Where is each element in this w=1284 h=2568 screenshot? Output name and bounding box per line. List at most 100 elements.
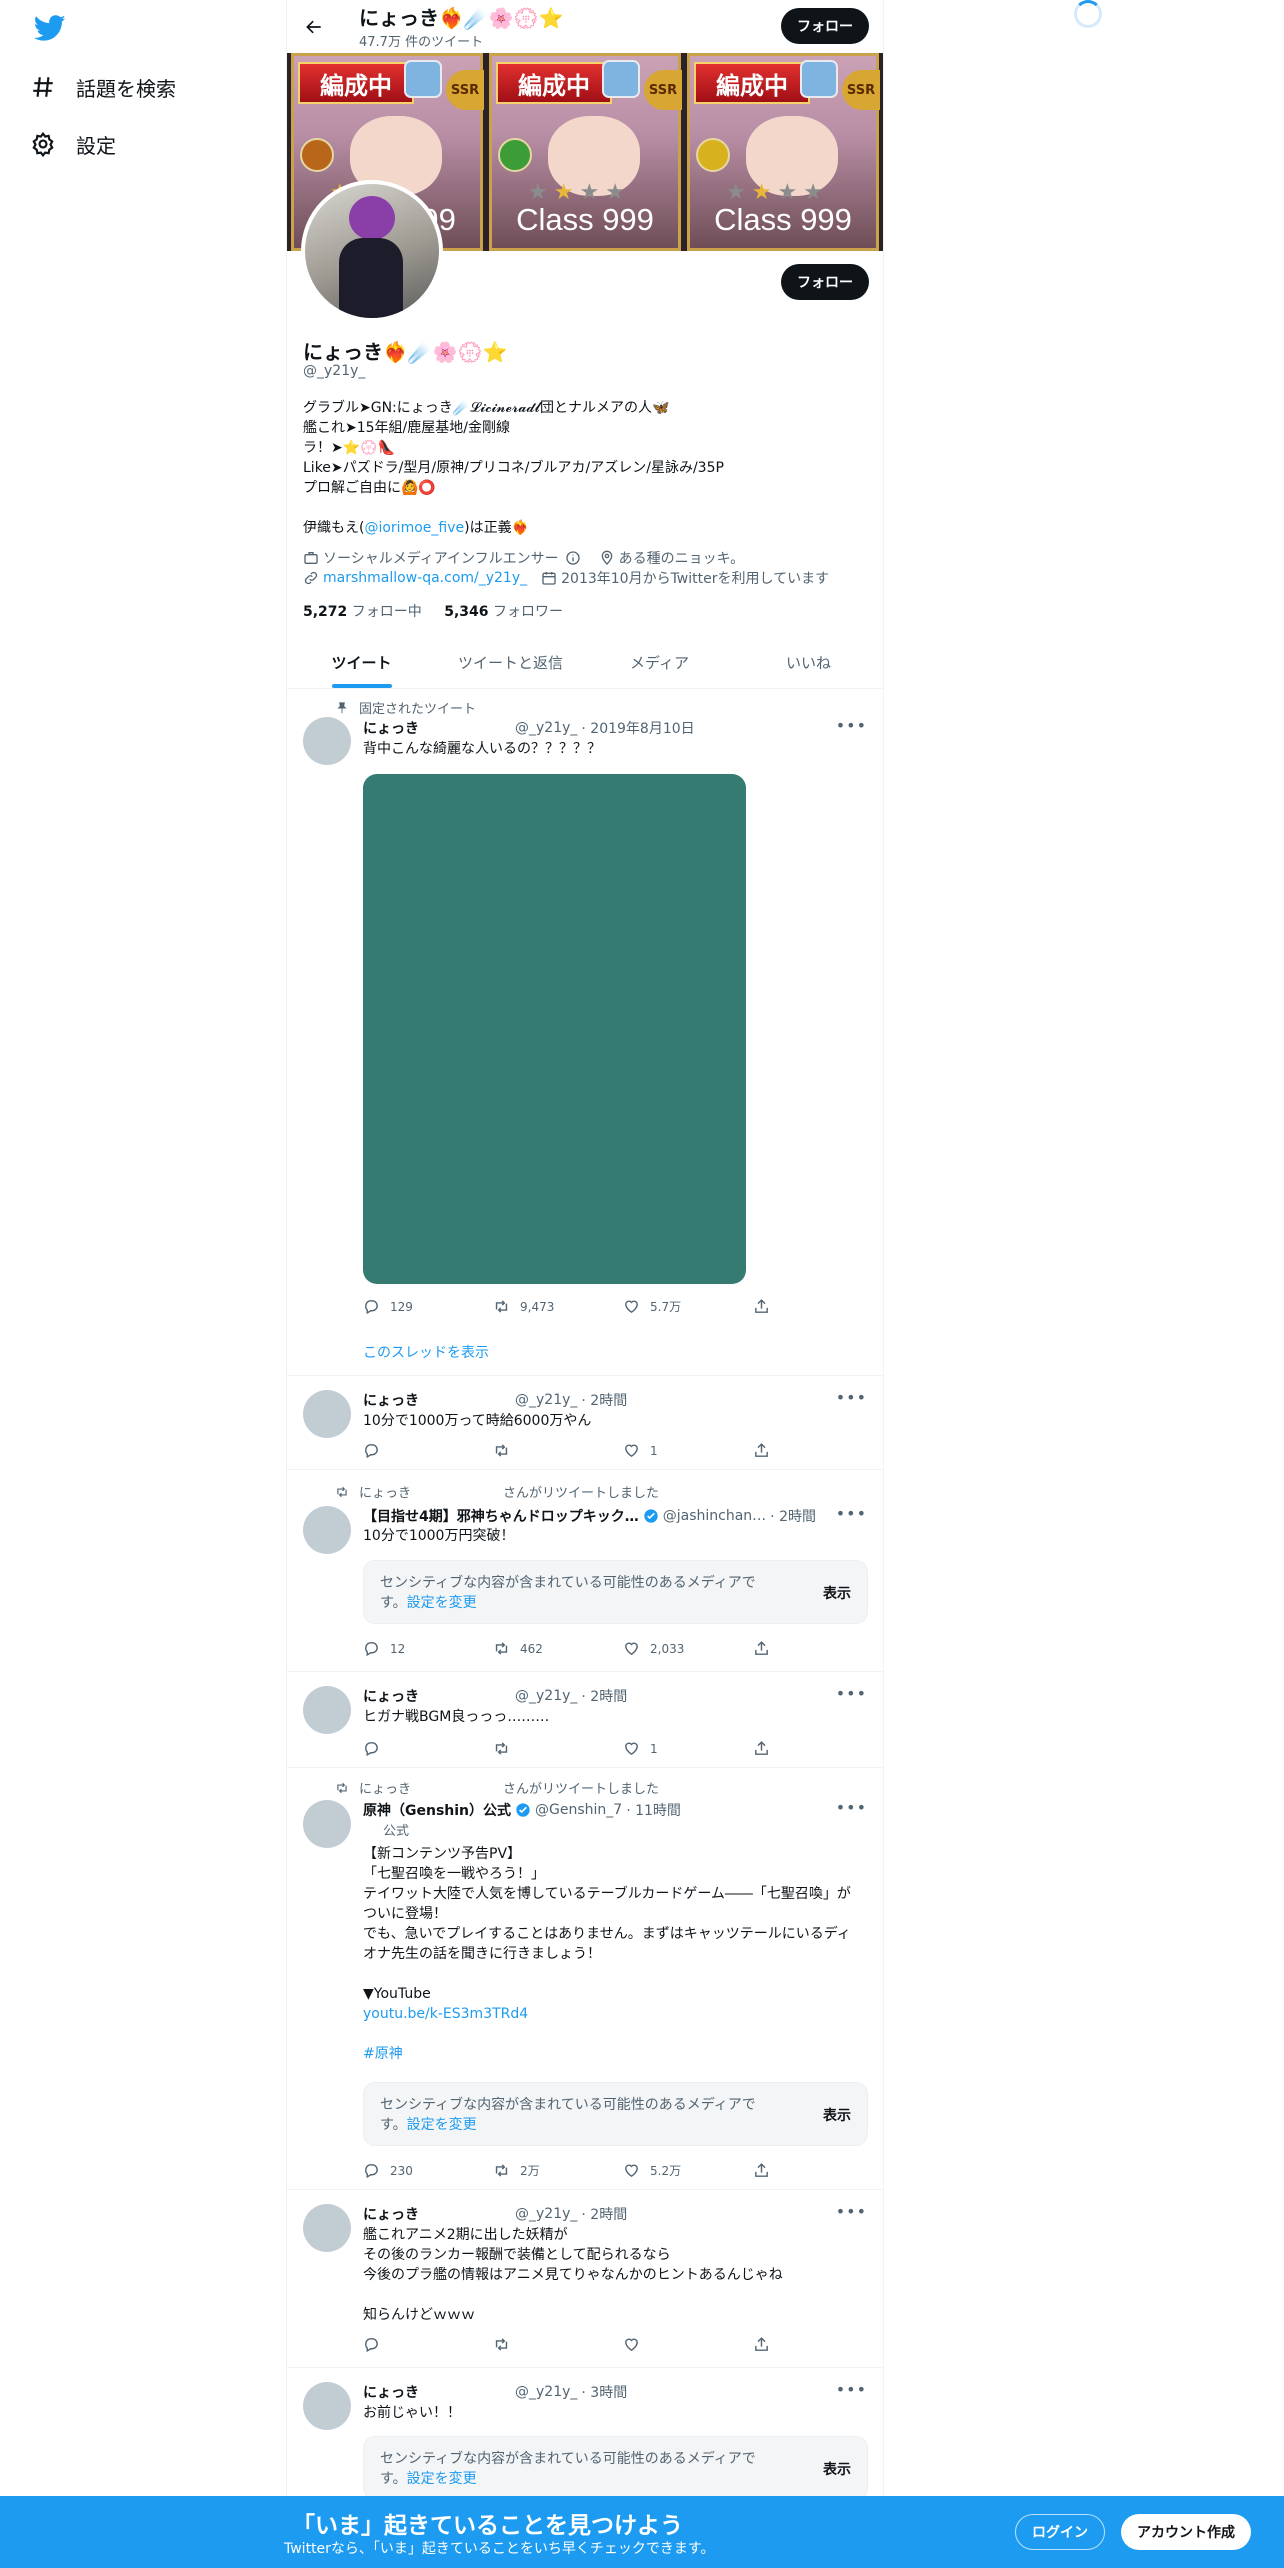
avatar[interactable] (303, 1686, 351, 1734)
tweet-time[interactable]: · 2019年8月10日 (581, 718, 694, 738)
retweeter-name[interactable]: にょっき (359, 1482, 411, 1501)
profile-url-link[interactable]: marshmallow-qa.com/_y21y_ (323, 570, 527, 586)
tweet-media-image[interactable] (363, 774, 746, 1284)
tab-media[interactable]: メディア (585, 636, 734, 688)
like-button[interactable]: 5.7万 (623, 1298, 753, 1315)
tweet-retweeted[interactable]: にょっき さんがリツイートしました 原神（Genshin）公式 @Genshin… (287, 1768, 883, 2190)
avatar[interactable] (303, 1800, 351, 1848)
change-settings-link[interactable]: 設定を変更 (407, 2471, 477, 2487)
show-media-button[interactable]: 表示 (823, 2105, 851, 2125)
author-handle[interactable]: @_y21y_ (515, 1392, 577, 1408)
retweet-button[interactable] (493, 1740, 623, 1757)
author-name[interactable]: にょっき (363, 1390, 419, 1410)
tweet-time[interactable]: · 11時間 (626, 1800, 681, 1820)
retweet-button[interactable]: 462 (493, 1640, 623, 1657)
like-button[interactable]: 1 (623, 1740, 753, 1757)
retweet-button[interactable]: 9,473 (493, 1298, 623, 1315)
show-thread-link[interactable]: このスレッドを表示 (363, 1342, 489, 1362)
author-name[interactable]: にょっき (363, 1686, 419, 1706)
tweet[interactable]: にょっき @_y21y_ · 2時間 ••• 艦これアニメ2期に出した妖精が そ… (287, 2190, 883, 2368)
author-name[interactable]: にょっき (363, 2382, 419, 2402)
tab-tweets[interactable]: ツイート (287, 636, 436, 688)
author-handle[interactable]: @jashinchan… (663, 1508, 766, 1524)
reply-button[interactable] (363, 1442, 493, 1459)
reply-button[interactable]: 230 (363, 2162, 493, 2179)
show-media-button[interactable]: 表示 (823, 2459, 851, 2479)
login-button[interactable]: ログイン (1015, 2514, 1105, 2550)
more-options-icon[interactable]: ••• (836, 1684, 867, 1703)
author-handle[interactable]: @_y21y_ (515, 720, 577, 736)
like-button[interactable]: 2,033 (623, 1640, 753, 1657)
retweet-button[interactable] (493, 2336, 623, 2353)
tweet[interactable]: にょっき @_y21y_ · 2時間 ••• ヒガナ戦BGM良っっっ……… 1 (287, 1672, 883, 1768)
nav-explore[interactable]: 話題を検索 (30, 63, 176, 111)
like-button[interactable]: 5.2万 (623, 2162, 753, 2179)
avatar[interactable] (303, 717, 351, 765)
avatar[interactable] (303, 1506, 351, 1554)
hashtag-link[interactable]: #原神 (363, 2044, 863, 2064)
share-button[interactable] (753, 1640, 783, 1657)
more-options-icon[interactable]: ••• (836, 2380, 867, 2399)
share-button[interactable] (753, 2336, 783, 2353)
change-settings-link[interactable]: 設定を変更 (407, 1595, 477, 1611)
avatar[interactable] (303, 2204, 351, 2252)
more-options-icon[interactable]: ••• (836, 1504, 867, 1523)
share-button[interactable] (753, 1442, 783, 1459)
reply-button[interactable] (363, 2336, 493, 2353)
tweet[interactable]: にょっき @_y21y_ · 3時間 ••• お前じゃい！！ センシティブな内容… (287, 2368, 883, 2508)
tweet-retweeted[interactable]: にょっき さんがリツイートしました 【目指せ4期】邪神ちゃんドロップキック… @… (287, 1470, 883, 1672)
bio-mention-link[interactable]: @iorimoe_five (364, 520, 464, 536)
follow-button-header[interactable]: フォロー (781, 8, 869, 44)
reply-button[interactable]: 129 (363, 1298, 493, 1315)
tweet-time[interactable]: · 3時間 (581, 2382, 627, 2402)
author-handle[interactable]: @_y21y_ (515, 2384, 577, 2400)
twitter-logo-icon[interactable] (33, 12, 66, 44)
share-button[interactable] (753, 2162, 783, 2179)
author-name[interactable]: 【目指せ4期】邪神ちゃんドロップキック… (363, 1506, 639, 1526)
tweet[interactable]: にょっき @_y21y_ · 2時間 ••• 10分で1000万って時給6000… (287, 1376, 883, 1470)
retweet-button[interactable] (493, 1442, 623, 1459)
create-account-button[interactable]: アカウント作成 (1121, 2514, 1251, 2550)
avatar[interactable] (303, 1390, 351, 1438)
like-count: 5.2万 (650, 2164, 682, 2178)
back-button[interactable] (297, 10, 331, 44)
more-options-icon[interactable]: ••• (836, 1798, 867, 1817)
profile-url[interactable]: marshmallow-qa.com/_y21y_ (303, 570, 527, 586)
retweet-button[interactable]: 2万 (493, 2162, 623, 2179)
tweet-time[interactable]: · 2時間 (770, 1506, 816, 1526)
reply-button[interactable]: 12 (363, 1640, 493, 1657)
author-name[interactable]: 原神（Genshin）公式 (363, 1800, 511, 1820)
like-button[interactable]: 1 (623, 1442, 753, 1459)
author-name[interactable]: にょっき (363, 2204, 419, 2224)
tab-likes[interactable]: いいね (734, 636, 883, 688)
profile-avatar[interactable] (301, 180, 443, 322)
author-handle[interactable]: @Genshin_7 (535, 1802, 622, 1818)
tweet-pinned[interactable]: 固定されたツイート にょっき @_y21y_ · 2019年8月10日 ••• … (287, 690, 883, 1376)
like-button[interactable] (623, 2336, 753, 2353)
author-handle[interactable]: @_y21y_ (515, 1688, 577, 1704)
more-options-icon[interactable]: ••• (836, 2202, 867, 2221)
tweet-time[interactable]: · 2時間 (581, 1686, 627, 1706)
show-media-button[interactable]: 表示 (823, 1583, 851, 1603)
followers-link[interactable]: 5,346 フォロワー (444, 604, 563, 620)
reply-button[interactable] (363, 1740, 493, 1757)
follow-button[interactable]: フォロー (781, 264, 869, 300)
tab-tweets-replies[interactable]: ツイートと返信 (436, 636, 585, 688)
tweet-time[interactable]: · 2時間 (581, 2204, 627, 2224)
following-link[interactable]: 5,272 フォロー中 (303, 604, 422, 620)
retweeter-name[interactable]: にょっき (359, 1778, 411, 1797)
author-handle[interactable]: @_y21y_ (515, 2206, 577, 2222)
tweet-time[interactable]: · 2時間 (581, 1390, 627, 1410)
share-button[interactable] (753, 1298, 783, 1315)
nav-settings[interactable]: 設定 (30, 120, 116, 168)
tweet-text: お前じゃい！！ (363, 2405, 461, 2421)
info-icon[interactable] (565, 550, 581, 566)
author-name[interactable]: にょっき (363, 718, 419, 738)
more-options-icon[interactable]: ••• (836, 716, 867, 735)
change-settings-link[interactable]: 設定を変更 (407, 2117, 477, 2133)
youtube-link[interactable]: youtu.be/k-ES3m3TRd4 (363, 2004, 863, 2024)
avatar[interactable] (303, 2382, 351, 2430)
profile-column: にょっき❤️‍🔥☄️🌸💮⭐ 47.7万 件のツイート フォロー 編成中 SSR … (286, 0, 884, 2568)
share-button[interactable] (753, 1740, 783, 1757)
more-options-icon[interactable]: ••• (836, 1388, 867, 1407)
